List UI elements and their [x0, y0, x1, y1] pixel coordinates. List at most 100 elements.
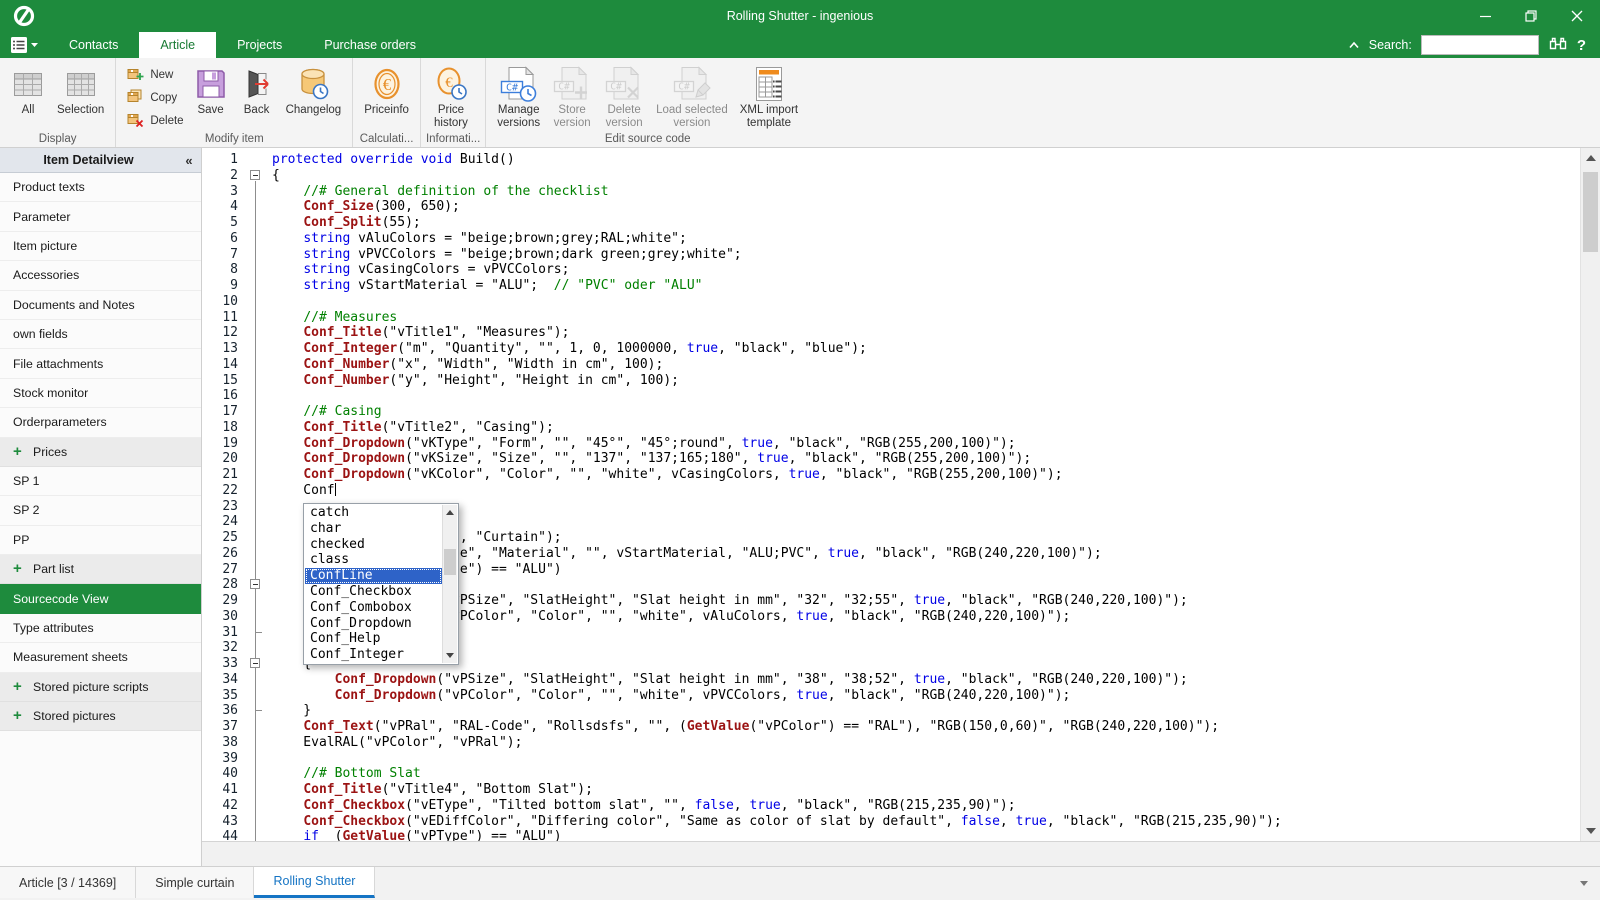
- menu-tab-purchase-orders[interactable]: Purchase orders: [303, 32, 437, 58]
- scroll-down-icon[interactable]: [1586, 828, 1596, 834]
- autocomplete-item[interactable]: class: [305, 552, 442, 568]
- copy-button[interactable]: Copy: [127, 86, 183, 109]
- sidebar-item-measurement-sheets[interactable]: Measurement sheets: [0, 643, 201, 673]
- autocomplete-item[interactable]: Conf_Combobox: [305, 600, 442, 616]
- sidebar-item-sp-2[interactable]: SP 2: [0, 496, 201, 526]
- autocomplete-item[interactable]: catch: [305, 505, 442, 521]
- plus-icon: +: [13, 442, 22, 460]
- scroll-down-icon[interactable]: [446, 652, 454, 658]
- all-button[interactable]: All: [5, 60, 51, 117]
- code-text: Conf_Title("vTitle4", "Bottom Slat");: [303, 782, 593, 797]
- changelog-button[interactable]: Changelog: [280, 60, 348, 117]
- autocomplete-scrollbar[interactable]: [442, 505, 457, 663]
- autocomplete-item[interactable]: char: [305, 521, 442, 537]
- sidebar-item-stored-pictures[interactable]: + Stored pictures: [0, 702, 201, 732]
- collapse-sidebar-icon[interactable]: «: [177, 153, 201, 168]
- code-area[interactable]: 1 protected override void Build() 2{3 //# …: [202, 148, 1580, 841]
- scroll-up-icon[interactable]: [1586, 155, 1596, 161]
- sidebar-item-stored-picture-scripts[interactable]: + Stored picture scripts: [0, 672, 201, 703]
- save-button[interactable]: Save: [188, 60, 234, 117]
- sidebar-item-sp-1[interactable]: SP 1: [0, 466, 201, 497]
- grid-all-icon: [13, 64, 43, 104]
- close-button[interactable]: [1554, 0, 1600, 32]
- xml-import-template-button[interactable]: XML import template: [734, 60, 804, 130]
- sidebar-item-item-picture[interactable]: Item picture: [0, 231, 201, 262]
- autocomplete-item[interactable]: checked: [305, 537, 442, 553]
- priceinfo-button[interactable]: € Priceinfo: [358, 60, 415, 117]
- new-button[interactable]: New: [127, 63, 183, 86]
- sidebar-item-own-fields[interactable]: own fields: [0, 319, 201, 350]
- price-history-button[interactable]: € Price history: [426, 60, 476, 130]
- sidebar: Item Detailview « Product texts Parameter…: [0, 148, 202, 866]
- code-line: 12 Conf_Title("vTitle1", "Measures");: [202, 325, 1580, 341]
- binoculars-search-icon[interactable]: [1548, 35, 1568, 56]
- autocomplete-popup[interactable]: catch char checked class ConfLine Conf_Checkb…: [303, 503, 459, 665]
- document-tab-simple-curtain[interactable]: Simple curtain: [136, 867, 255, 898]
- sidebar-item-pp[interactable]: PP: [0, 525, 201, 556]
- fold-margin: [246, 183, 266, 200]
- minimize-button[interactable]: [1462, 0, 1508, 32]
- sidebar-item-type-attributes[interactable]: Type attributes: [0, 613, 201, 644]
- changelog-icon: [295, 64, 331, 104]
- back-button[interactable]: Back: [234, 60, 280, 117]
- ribbon-group-edit-source-code: C# Manage versions C# Store version C# Delete…: [485, 58, 809, 147]
- window-title: Rolling Shutter - ingenious: [726, 9, 874, 23]
- autocomplete-item[interactable]: Conf_Integer: [305, 647, 442, 663]
- document-tab-article-3-14369-[interactable]: Article [3 / 14369]: [0, 867, 137, 898]
- selection-button[interactable]: Selection: [51, 60, 110, 117]
- code-text: Conf_Dropdown("vKColor", "Color", "", "w…: [303, 467, 1063, 482]
- line-number: 11: [222, 309, 238, 325]
- menu-tab-projects[interactable]: Projects: [216, 32, 303, 58]
- sidebar-item-prices[interactable]: + Prices: [0, 437, 201, 467]
- manage-versions-button[interactable]: C# Manage versions: [491, 60, 546, 130]
- code-line: 44 if (GetValue("vPType") == "ALU"): [202, 829, 1580, 841]
- fold-margin[interactable]: [246, 656, 266, 672]
- svg-text:€: €: [382, 75, 391, 94]
- sidebar-item-product-texts[interactable]: Product texts: [0, 173, 201, 203]
- xml-import-icon: [751, 64, 787, 104]
- menu-tab-contacts[interactable]: Contacts: [48, 32, 139, 58]
- restore-button[interactable]: [1508, 0, 1554, 32]
- autocomplete-item[interactable]: Conf_Dropdown: [305, 616, 442, 632]
- fold-margin: [246, 293, 266, 310]
- fold-margin[interactable]: [246, 168, 266, 184]
- autocomplete-item[interactable]: Conf_Checkbox: [305, 584, 442, 600]
- search-label: Search:: [1368, 38, 1412, 52]
- search-input[interactable]: [1420, 35, 1539, 55]
- code-line: 15 Conf_Number("y", "Height", "Height in…: [202, 372, 1580, 389]
- fold-margin: [246, 215, 266, 231]
- help-icon[interactable]: ?: [1577, 37, 1586, 54]
- scroll-up-icon[interactable]: [446, 510, 454, 515]
- sidebar-item-sourcecode-view[interactable]: Sourcecode View: [0, 584, 201, 614]
- document-tab-rolling-shutter[interactable]: Rolling Shutter: [254, 867, 376, 898]
- collapse-ribbon-icon[interactable]: [1348, 36, 1360, 54]
- sidebar-item-part-list[interactable]: + Part list: [0, 555, 201, 585]
- fold-margin: [246, 514, 266, 530]
- svg-text:C#: C#: [678, 81, 690, 92]
- svg-text:C#: C#: [558, 81, 570, 92]
- scrollbar-thumb[interactable]: [444, 549, 456, 575]
- sidebar-item-documents-and-notes[interactable]: Documents and Notes: [0, 290, 201, 320]
- line-number: 13: [222, 341, 238, 356]
- sidebar-item-file-attachments[interactable]: File attachments: [0, 349, 201, 379]
- autocomplete-item[interactable]: ConfLine: [305, 568, 442, 584]
- application-menu-button[interactable]: [0, 32, 48, 58]
- fold-margin[interactable]: [246, 577, 266, 593]
- fold-margin: [246, 199, 266, 215]
- delete-button[interactable]: Delete: [127, 109, 184, 132]
- code-line: 11 //# Measures: [202, 309, 1580, 326]
- scrollbar-thumb[interactable]: [1583, 172, 1598, 252]
- autocomplete-item[interactable]: Conf_Help: [305, 631, 442, 647]
- menu-tab-article[interactable]: Article: [139, 32, 217, 58]
- sidebar-item-orderparameters[interactable]: Orderparameters: [0, 408, 201, 438]
- editor-vertical-scrollbar[interactable]: [1580, 148, 1600, 841]
- code-text: Conf_Dropdown("vPSize", "SlatHeight", "S…: [334, 671, 1188, 687]
- sidebar-item-parameter[interactable]: Parameter: [0, 202, 201, 232]
- tab-list-dropdown-icon[interactable]: [1580, 881, 1588, 886]
- code-line: 9 string vStartMaterial = "ALU"; // "PVC…: [202, 278, 1580, 294]
- sidebar-item-stock-monitor[interactable]: Stock monitor: [0, 378, 201, 409]
- sidebar-item-accessories[interactable]: Accessories: [0, 261, 201, 291]
- ribbon-group-display: All Selection Display: [0, 58, 115, 147]
- line-number: 35: [222, 687, 238, 703]
